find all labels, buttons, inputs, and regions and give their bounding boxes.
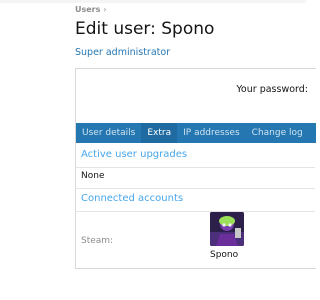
divider (75, 211, 315, 212)
steam-account-name[interactable]: Spono (210, 250, 238, 260)
tab-bar: User details Extra IP addresses Change l… (76, 123, 316, 143)
breadcrumb-item-users[interactable]: Users (75, 5, 100, 14)
user-role-link[interactable]: Super administrator (75, 47, 170, 58)
password-label: Your password: (236, 84, 308, 95)
divider (75, 167, 315, 168)
connected-accounts-heading: Connected accounts (81, 193, 184, 204)
tab-ip-addresses[interactable]: IP addresses (177, 123, 246, 143)
top-bar (0, 0, 306, 3)
upgrades-value: None (81, 171, 105, 181)
tab-change-log[interactable]: Change log (246, 123, 309, 143)
steam-provider-label: Steam: (81, 236, 114, 246)
breadcrumb: Users › (75, 5, 107, 14)
breadcrumb-separator: › (103, 5, 107, 14)
tab-extra[interactable]: Extra (141, 123, 178, 143)
active-upgrades-heading: Active user upgrades (81, 149, 188, 160)
page-title: Edit user: Spono (75, 19, 215, 39)
avatar-image (210, 212, 244, 246)
steam-avatar-icon[interactable] (210, 212, 244, 246)
tab-user-details[interactable]: User details (76, 123, 141, 143)
divider (75, 188, 315, 189)
